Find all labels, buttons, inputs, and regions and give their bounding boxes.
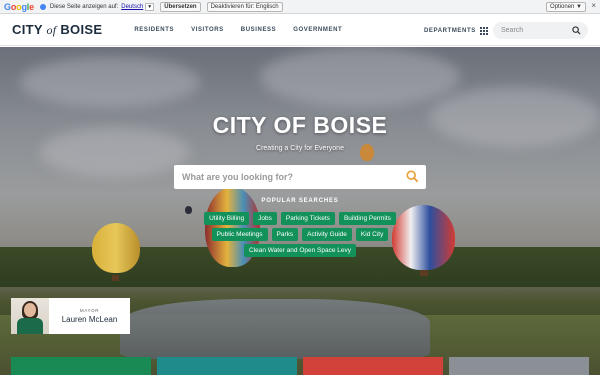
language-dropdown-icon[interactable]: ▼ xyxy=(145,2,155,11)
chip-jobs[interactable]: Jobs xyxy=(253,212,277,225)
quick-link-tile[interactable] xyxy=(11,357,151,375)
grid-icon xyxy=(479,27,488,35)
quick-link-tile[interactable] xyxy=(449,357,589,375)
balloon-basket xyxy=(112,275,119,281)
departments-menu[interactable]: DEPARTMENTS xyxy=(424,27,488,35)
popular-searches: Utility Billing Jobs Parking Tickets Bui… xyxy=(190,212,410,257)
translate-button[interactable]: Übersetzen xyxy=(160,1,201,12)
options-button[interactable]: Optionen ▼ xyxy=(546,2,586,12)
hero-subtitle: Creating a City for Everyone xyxy=(256,145,344,152)
quick-link-tile[interactable] xyxy=(303,357,443,375)
chip-kid-city[interactable]: Kid City xyxy=(355,228,389,241)
chip-utility-billing[interactable]: Utility Billing xyxy=(204,212,250,225)
hot-air-balloon xyxy=(92,223,140,273)
cloud xyxy=(260,47,460,107)
translate-message: Diese Seite anzeigen auf: xyxy=(49,3,119,10)
hero-section: CITY OF BOISE Creating a City for Everyo… xyxy=(0,47,600,375)
city-logo[interactable]: CITY of BOISE xyxy=(12,22,102,38)
site-header: CITY of BOISE RESIDENTS VISITORS BUSINES… xyxy=(0,14,600,46)
nav-visitors[interactable]: VISITORS xyxy=(191,27,224,33)
nav-government[interactable]: GOVERNMENT xyxy=(293,27,342,33)
hero-title: CITY OF BOISE xyxy=(212,112,388,138)
close-icon[interactable]: × xyxy=(591,1,596,10)
search-icon[interactable] xyxy=(572,26,581,35)
disable-translate-button[interactable]: Deaktivieren für: Englisch xyxy=(206,1,283,12)
search-icon[interactable] xyxy=(406,170,419,183)
chip-building-permits[interactable]: Building Permits xyxy=(338,212,396,225)
chip-clean-water-levy[interactable]: Clean Water and Open Space Levy xyxy=(243,244,356,257)
nav-business[interactable]: BUSINESS xyxy=(241,27,276,33)
mayor-role: MAYOR xyxy=(79,308,100,313)
info-icon[interactable] xyxy=(39,3,46,10)
cloud xyxy=(20,57,200,107)
language-select[interactable]: Deutsch xyxy=(121,4,143,10)
mayor-card[interactable]: MAYOR Lauren McLean xyxy=(11,298,130,334)
hero-search-input[interactable]: What are you looking for? xyxy=(174,165,426,189)
nav-residents[interactable]: RESIDENTS xyxy=(134,27,174,33)
mayor-name: Lauren McLean xyxy=(61,315,118,324)
google-logo: Google xyxy=(4,1,34,12)
balloon-basket xyxy=(420,270,428,276)
chip-public-meetings[interactable]: Public Meetings xyxy=(211,228,268,241)
quick-link-tile[interactable] xyxy=(157,357,297,375)
header-search-input[interactable]: Search xyxy=(493,22,588,39)
chip-parking-tickets[interactable]: Parking Tickets xyxy=(280,212,335,225)
translate-bar: Google Diese Seite anzeigen auf: Deutsch… xyxy=(0,0,600,14)
pond xyxy=(120,299,430,359)
mayor-photo xyxy=(11,298,49,334)
quick-link-tiles xyxy=(0,357,600,375)
main-nav: RESIDENTS VISITORS BUSINESS GOVERNMENT xyxy=(134,27,359,33)
popular-searches-title: POPULAR SEARCHES xyxy=(261,198,339,204)
chip-parks[interactable]: Parks xyxy=(271,228,299,241)
chip-activity-guide[interactable]: Activity Guide xyxy=(302,228,352,241)
